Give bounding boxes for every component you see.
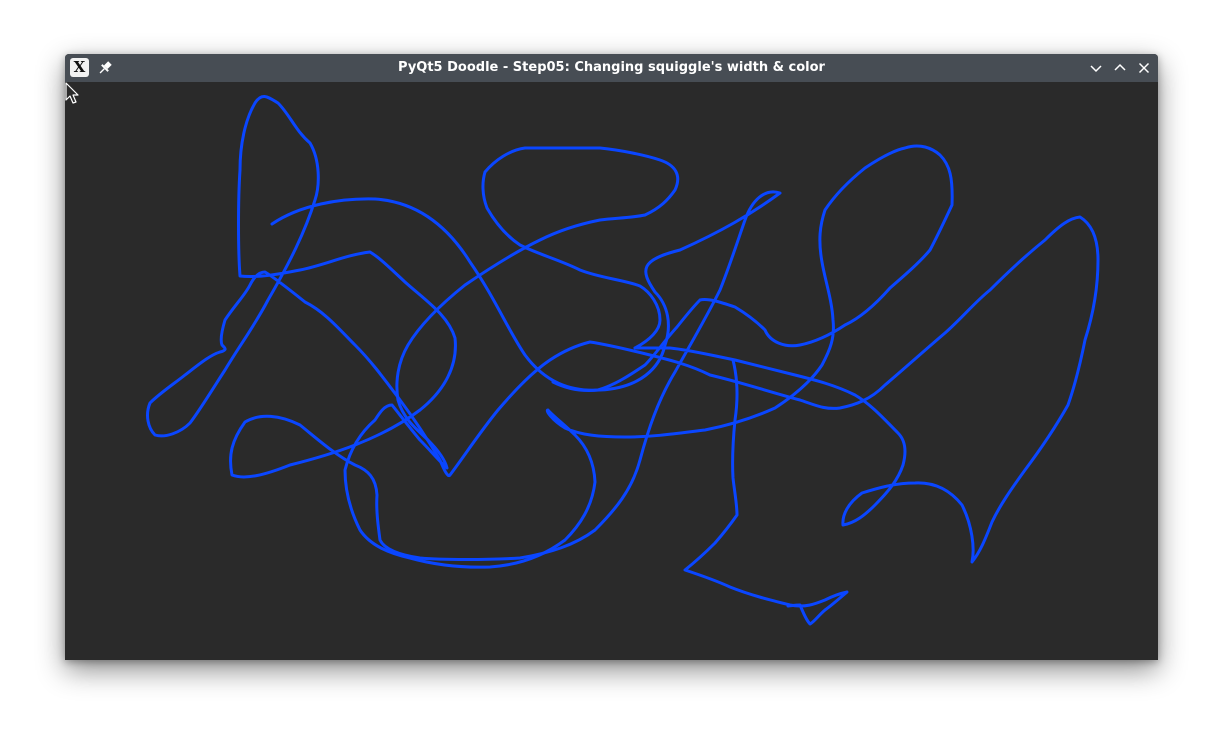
pin-icon[interactable]: [96, 59, 114, 77]
title-bar[interactable]: X PyQt5 Doodle - Step05: Changing squigg…: [65, 54, 1158, 82]
squiggle-stroke: [146, 95, 1100, 564]
window-title: PyQt5 Doodle - Step05: Changing squiggle…: [398, 60, 825, 75]
doodle-window: X PyQt5 Doodle - Step05: Changing squigg…: [65, 54, 1158, 660]
squiggle-stroke: [683, 358, 849, 626]
maximize-button[interactable]: [1110, 58, 1130, 78]
chevron-up-icon: [1114, 63, 1126, 71]
close-icon: [1138, 62, 1150, 74]
x-app-icon[interactable]: X: [70, 58, 89, 77]
chevron-down-icon: [1090, 65, 1102, 73]
squiggle-drawing: [146, 95, 1100, 626]
arrow-cursor-icon: [65, 82, 79, 104]
drawing-canvas[interactable]: [65, 82, 1158, 660]
minimize-button[interactable]: [1086, 58, 1106, 78]
squiggle-stroke: [343, 144, 954, 569]
close-button[interactable]: [1134, 58, 1154, 78]
